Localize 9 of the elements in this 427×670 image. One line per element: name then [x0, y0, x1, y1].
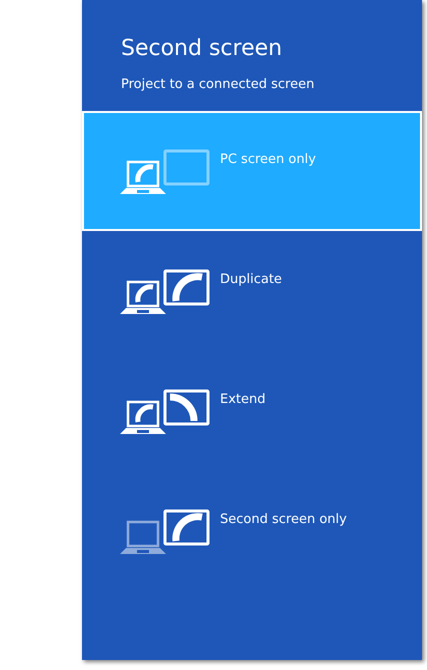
laptop-monitor-icon [118, 269, 210, 315]
projection-option[interactable]: Duplicate [82, 231, 422, 351]
panel-subtitle: Project to a connected screen [121, 77, 316, 92]
laptop-monitor-icon [118, 509, 210, 555]
laptop-monitor-icon [118, 389, 210, 435]
projection-option[interactable]: Extend [82, 351, 422, 471]
projection-option[interactable]: Second screen only [82, 471, 422, 591]
panel-title: Second screen [121, 36, 284, 61]
laptop-monitor-icon [118, 149, 210, 195]
